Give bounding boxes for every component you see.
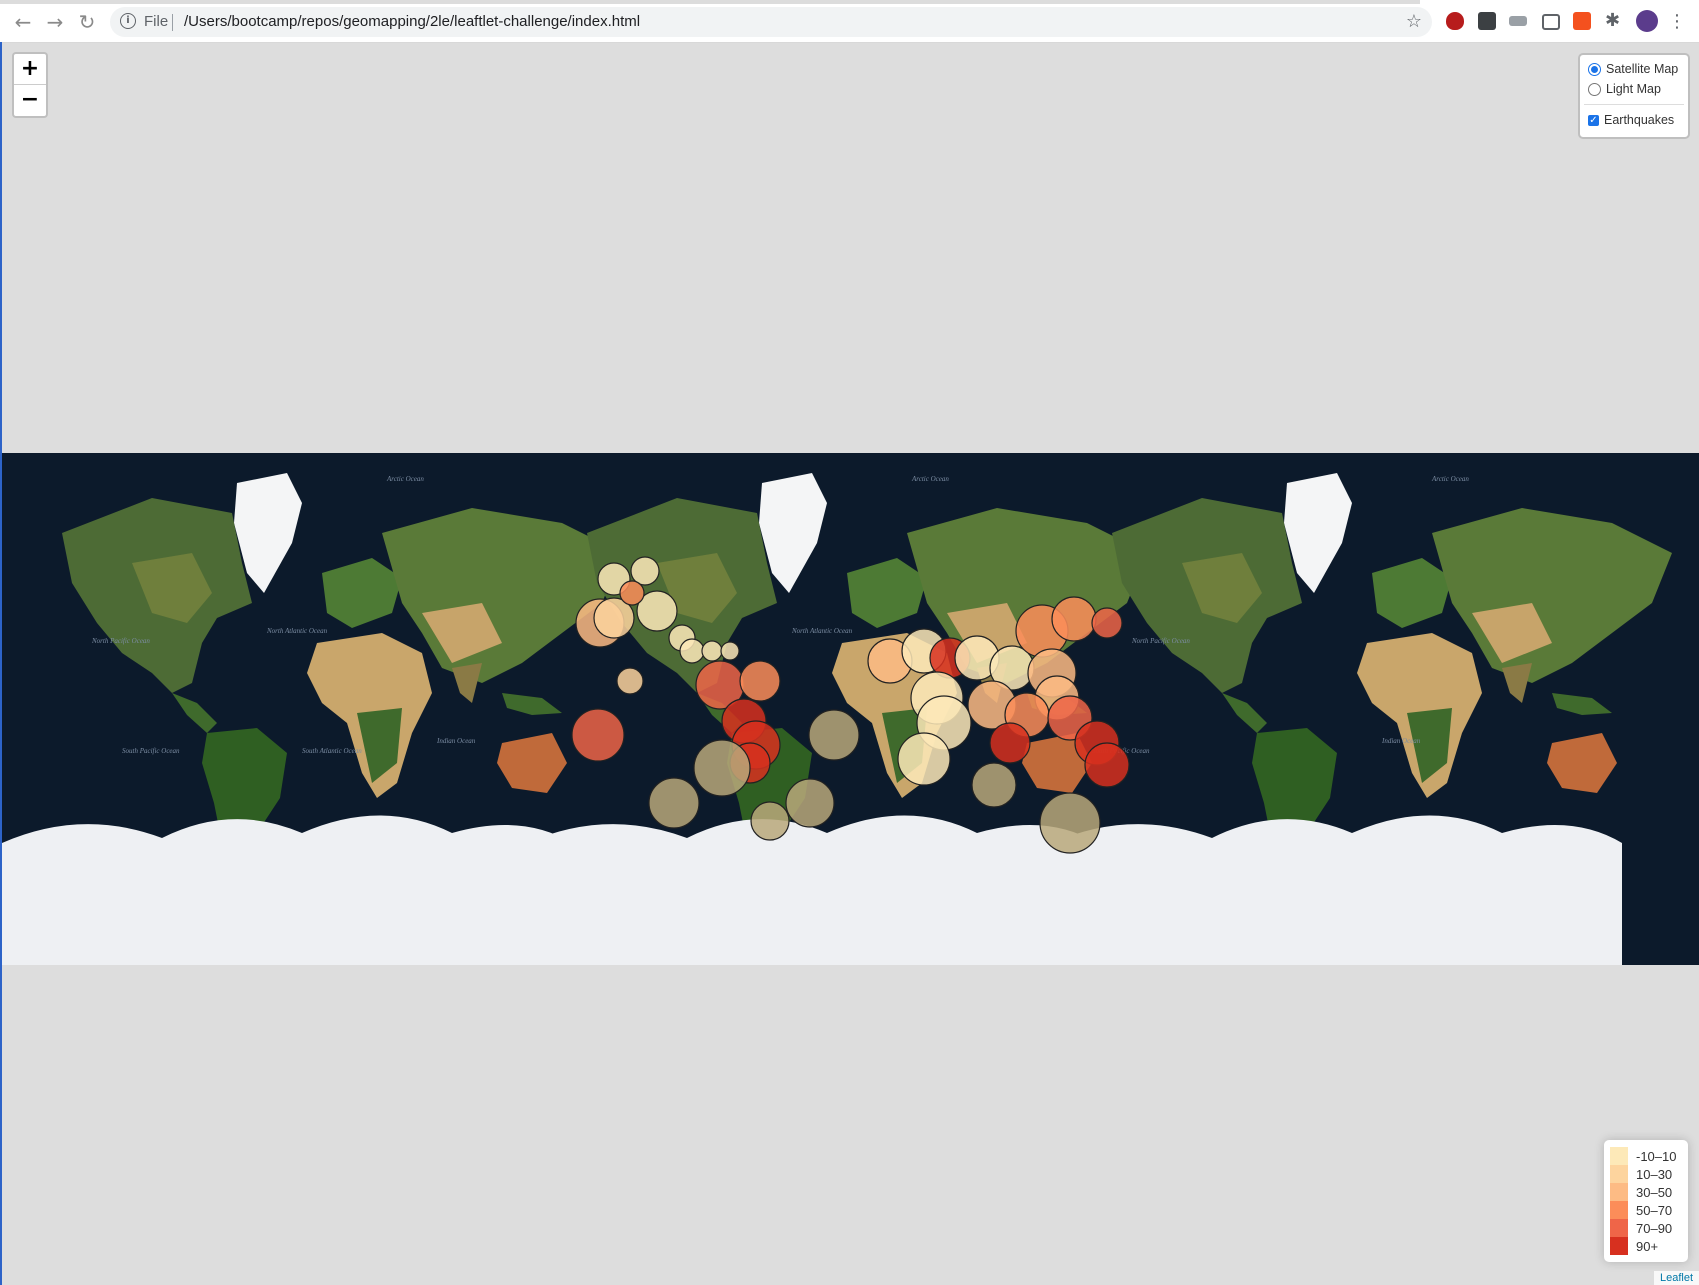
legend-item: 10–30 bbox=[1610, 1165, 1672, 1183]
legend-item: 30–50 bbox=[1610, 1183, 1672, 1201]
earthquake-marker[interactable] bbox=[971, 762, 1017, 808]
legend-swatch bbox=[1610, 1183, 1628, 1201]
legend-item: 70–90 bbox=[1610, 1219, 1672, 1237]
layer-label: Light Map bbox=[1606, 82, 1661, 96]
legend-item: -10–10 bbox=[1610, 1147, 1676, 1165]
earthquake-marker[interactable] bbox=[750, 801, 790, 841]
layer-option-satellite[interactable]: Satellite Map bbox=[1588, 62, 1678, 76]
earthquake-marker[interactable] bbox=[571, 708, 625, 762]
earthquake-marker[interactable] bbox=[701, 640, 723, 662]
legend-swatch bbox=[1610, 1237, 1628, 1255]
earthquake-marker[interactable] bbox=[616, 667, 644, 695]
ocean-label: Indian Ocean bbox=[436, 737, 476, 745]
bookmark-star-icon[interactable]: ☆ bbox=[1406, 11, 1422, 32]
back-icon[interactable]: ← bbox=[12, 11, 34, 33]
earthquake-marker[interactable] bbox=[989, 722, 1031, 764]
earthquake-marker[interactable] bbox=[897, 732, 951, 786]
zoom-control: + − bbox=[12, 52, 48, 118]
earthquake-marker[interactable] bbox=[630, 556, 660, 586]
radio-selected-icon[interactable] bbox=[1588, 62, 1601, 76]
layer-option-light[interactable]: Light Map bbox=[1588, 82, 1661, 96]
earthquake-marker[interactable] bbox=[619, 580, 645, 606]
legend-swatch bbox=[1610, 1219, 1628, 1237]
earthquake-marker[interactable] bbox=[648, 777, 700, 829]
earthquake-marker[interactable] bbox=[679, 638, 705, 664]
world-map: Arctic Ocean Arctic Ocean Arctic Ocean N… bbox=[2, 453, 1699, 965]
checkbox-checked-icon[interactable]: ✓ bbox=[1588, 114, 1599, 126]
legend-item: 90+ bbox=[1610, 1237, 1658, 1255]
layer-label: Satellite Map bbox=[1606, 62, 1679, 76]
earthquake-marker[interactable] bbox=[785, 778, 835, 828]
legend-item: 50–70 bbox=[1610, 1201, 1672, 1219]
legend-swatch bbox=[1610, 1165, 1628, 1183]
legend-label: 90+ bbox=[1636, 1238, 1659, 1254]
ocean-label: Arctic Ocean bbox=[911, 475, 949, 483]
legend-swatch bbox=[1610, 1147, 1628, 1165]
earthquake-marker[interactable] bbox=[693, 739, 751, 797]
info-icon[interactable]: i bbox=[120, 13, 136, 29]
legend-swatch bbox=[1610, 1201, 1628, 1219]
earthquake-marker[interactable] bbox=[1091, 607, 1123, 639]
divider bbox=[1584, 104, 1684, 105]
url-text[interactable]: /Users/bootcamp/repos/geomapping/2le/lea… bbox=[184, 13, 640, 30]
legend-label: -10–10 bbox=[1636, 1148, 1677, 1164]
overlay-option-earthquakes[interactable]: ✓ Earthquakes bbox=[1588, 113, 1674, 127]
legend-label: 70–90 bbox=[1636, 1220, 1673, 1236]
radio-icon[interactable] bbox=[1588, 82, 1601, 96]
extension-icon[interactable] bbox=[1478, 12, 1496, 30]
earthquake-marker[interactable] bbox=[739, 660, 781, 702]
ocean-label: North Pacific Ocean bbox=[91, 637, 150, 645]
reload-icon[interactable]: ↻ bbox=[76, 11, 98, 33]
legend-label: 50–70 bbox=[1636, 1202, 1673, 1218]
extension-icon[interactable] bbox=[1509, 16, 1527, 26]
address-bar[interactable]: i File /Users/bootcamp/repos/geomapping/… bbox=[110, 7, 1432, 37]
ocean-label: Arctic Ocean bbox=[386, 475, 424, 483]
separator bbox=[172, 14, 173, 31]
earthquake-marker[interactable] bbox=[720, 641, 740, 661]
ocean-label: North Atlantic Ocean bbox=[266, 627, 328, 635]
ublock-icon[interactable] bbox=[1446, 12, 1464, 30]
ocean-label: South Pacific Ocean bbox=[122, 747, 180, 755]
ocean-label: South Atlantic Ocean bbox=[302, 747, 362, 755]
avatar[interactable] bbox=[1636, 10, 1658, 32]
overlay-label: Earthquakes bbox=[1604, 113, 1675, 127]
cast-icon[interactable] bbox=[1542, 14, 1560, 30]
zoom-in-button[interactable]: + bbox=[14, 54, 46, 85]
earthquake-marker[interactable] bbox=[808, 709, 860, 761]
earthquake-marker[interactable] bbox=[1039, 792, 1101, 854]
ocean-label: Indian Ocean bbox=[1381, 737, 1421, 745]
legend-label: 30–50 bbox=[1636, 1184, 1673, 1200]
ocean-label: North Pacific Ocean bbox=[1131, 637, 1190, 645]
extension-icon[interactable] bbox=[1573, 12, 1591, 30]
earthquake-marker[interactable] bbox=[1051, 596, 1097, 642]
puzzle-icon[interactable]: ✱ bbox=[1605, 11, 1623, 29]
legend-label: 10–30 bbox=[1636, 1166, 1673, 1182]
browser-toolbar: ← → ↻ i File /Users/bootcamp/repos/geoma… bbox=[0, 0, 1699, 43]
layers-control: Satellite Map Light Map ✓ Earthquakes bbox=[1578, 53, 1690, 139]
ocean-label: North Atlantic Ocean bbox=[791, 627, 853, 635]
ocean-label: Arctic Ocean bbox=[1431, 475, 1469, 483]
tab-strip bbox=[0, 0, 1420, 4]
map-tiles[interactable]: Arctic Ocean Arctic Ocean Arctic Ocean N… bbox=[2, 453, 1699, 965]
depth-legend: -10–10 10–30 30–50 50–70 70–90 90+ bbox=[1604, 1140, 1688, 1262]
attribution-link[interactable]: Leaflet bbox=[1653, 1271, 1699, 1285]
file-label: File bbox=[144, 13, 169, 30]
earthquake-marker[interactable] bbox=[1084, 742, 1130, 788]
forward-icon[interactable]: → bbox=[44, 11, 66, 33]
menu-icon[interactable]: ⋮ bbox=[1668, 11, 1686, 33]
zoom-out-button[interactable]: − bbox=[14, 85, 46, 115]
